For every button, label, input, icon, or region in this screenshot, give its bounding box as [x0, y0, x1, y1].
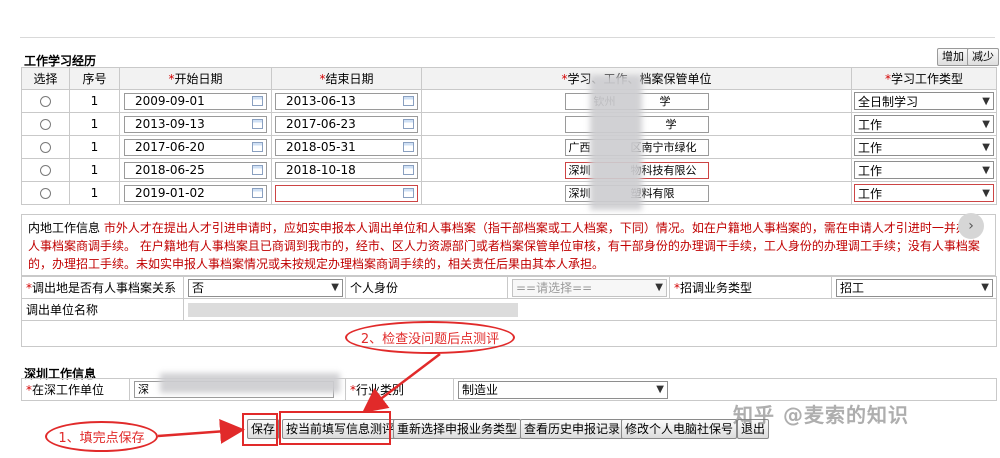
recruit-type-select[interactable]: 招工 ▼ — [836, 278, 993, 297]
calendar-icon[interactable] — [252, 96, 263, 106]
row-index: 1 — [69, 112, 120, 136]
chevron-down-icon: ▼ — [981, 282, 989, 293]
arrow-to-save — [157, 418, 245, 444]
step1-callout: 1、填完点保存 — [45, 421, 158, 452]
row-index: 1 — [69, 181, 120, 205]
row-select-radio[interactable] — [40, 188, 51, 199]
row-select-radio[interactable] — [40, 165, 51, 176]
calendar-icon[interactable] — [252, 119, 263, 129]
calendar-icon[interactable] — [252, 165, 263, 175]
industry-label: *行业类别 — [345, 378, 454, 401]
chevron-down-icon: ▼ — [656, 384, 664, 395]
type-select[interactable]: 工作 ▼ — [854, 138, 994, 156]
end-date-field[interactable]: 2018-05-31 — [275, 138, 418, 156]
remove-row-button[interactable]: 减少 — [967, 48, 999, 66]
inland-notice: 内地工作信息 市外人才在提出人才引进申请时，应如实申报本人调出单位和人事档案（指… — [21, 214, 996, 276]
chevron-down-icon: ▼ — [982, 141, 990, 153]
identity-select[interactable]: ==请选择== ▼ — [512, 278, 667, 297]
calendar-icon[interactable] — [403, 96, 414, 106]
row-select-radio[interactable] — [40, 119, 51, 130]
calendar-icon[interactable] — [403, 142, 414, 152]
col-end-header: *结束日期 — [271, 67, 422, 90]
type-select[interactable]: 工作 ▼ — [854, 115, 994, 133]
start-date-field[interactable]: 2018-06-25 — [124, 161, 267, 179]
sz-unit-label: *在深工作单位 — [21, 378, 130, 401]
chevron-down-icon: ▼ — [331, 282, 339, 293]
row-index: 1 — [69, 89, 120, 113]
out-unit-label: 调出单位名称 — [21, 298, 184, 321]
start-date-field[interactable]: 2009-09-01 — [124, 92, 267, 110]
end-date-field[interactable]: 2017-06-23 — [275, 115, 418, 133]
row-select-radio[interactable] — [40, 96, 51, 107]
table-header-row: 选择 序号 *开始日期 *结束日期 *学习、工作、档案保管单位 *学习工作类型 — [21, 67, 997, 90]
col-type-header: *学习工作类型 — [851, 67, 997, 90]
modify-ss-button[interactable]: 修改个人电脑社保号 — [621, 419, 738, 439]
end-date-field[interactable]: 2018-10-18 — [275, 161, 418, 179]
reselect-button[interactable]: 重新选择申报业务类型 — [393, 419, 522, 439]
chevron-down-icon: ▼ — [982, 118, 990, 130]
row-index: 1 — [69, 135, 120, 159]
save-highlight — [242, 413, 278, 446]
top-divider — [20, 37, 995, 38]
privacy-blur — [160, 373, 340, 393]
table-row: 1 2018-06-25 2018-10-18 深圳 物科技有限公 工作 ▼ — [21, 158, 997, 182]
watermark: 知乎 @麦索的知识 — [733, 403, 909, 427]
has-archive-select[interactable]: 否 ▼ — [188, 278, 343, 297]
end-date-label: 结束日期 — [325, 72, 374, 86]
evaluate-highlight — [279, 411, 391, 445]
has-archive-label: *调出地是否有人事档案关系 — [21, 276, 184, 299]
table-row: 1 2017-06-20 2018-05-31 广西 区南宁市绿化 工作 ▼ — [21, 135, 997, 159]
chevron-down-icon: ▼ — [982, 95, 990, 107]
table-row: 1 2009-09-01 2013-06-13 钦州学 全日制学习▼ — [21, 89, 997, 113]
chevron-down-icon: ▼ — [982, 164, 990, 176]
calendar-icon[interactable] — [252, 188, 263, 198]
privacy-blur — [590, 75, 642, 210]
identity-label: 个人身份 — [345, 276, 508, 299]
start-date-field[interactable]: 2019-01-02 — [124, 184, 267, 202]
table-row: 1 2019-01-02 深圳 塑料有限 工作 ▼ — [21, 181, 997, 205]
col-select-header: 选择 — [21, 67, 70, 90]
calendar-icon[interactable] — [252, 142, 263, 152]
industry-select[interactable]: 制造业 ▼ — [458, 380, 668, 399]
add-row-button[interactable]: 增加 — [937, 48, 969, 66]
out-unit-field[interactable] — [188, 302, 518, 317]
chevron-down-icon: ▼ — [982, 187, 990, 199]
col-index-header: 序号 — [69, 67, 120, 90]
calendar-icon[interactable] — [403, 119, 414, 129]
step2-callout: 2、检查没问题后点测评 — [345, 321, 515, 354]
inland-label: 内地工作信息 — [28, 221, 101, 235]
history-button[interactable]: 查看历史申报记录 — [520, 419, 625, 439]
inland-notice-text: 市外人才在提出人才引进申请时，应如实申报本人调出单位和人事档案（指干部档案或工人… — [28, 221, 980, 271]
calendar-icon[interactable] — [403, 165, 414, 175]
type-label: 学习工作类型 — [890, 72, 963, 86]
start-date-field[interactable]: 2013-09-13 — [124, 115, 267, 133]
recruit-type-label: *招调业务类型 — [669, 276, 832, 299]
scroll-arrow-icon[interactable]: › — [958, 213, 984, 239]
start-date-field[interactable]: 2017-06-20 — [124, 138, 267, 156]
end-date-field[interactable] — [275, 184, 418, 202]
row-select-radio[interactable] — [40, 142, 51, 153]
table-row: 1 2013-09-13 2017-06-23 学 工作 ▼ — [21, 112, 997, 136]
col-start-header: *开始日期 — [119, 67, 272, 90]
type-select[interactable]: 工作 ▼ — [854, 184, 994, 202]
calendar-icon[interactable] — [403, 188, 414, 198]
end-date-field[interactable]: 2013-06-13 — [275, 92, 418, 110]
type-select[interactable]: 工作 ▼ — [854, 161, 994, 179]
type-select[interactable]: 全日制学习 ▼ — [854, 92, 994, 110]
chevron-down-icon: ▼ — [655, 282, 663, 293]
work-history-table: 选择 序号 *开始日期 *结束日期 *学习、工作、档案保管单位 *学习工作类型 … — [21, 67, 997, 205]
row-index: 1 — [69, 158, 120, 182]
start-date-label: 开始日期 — [174, 72, 223, 86]
